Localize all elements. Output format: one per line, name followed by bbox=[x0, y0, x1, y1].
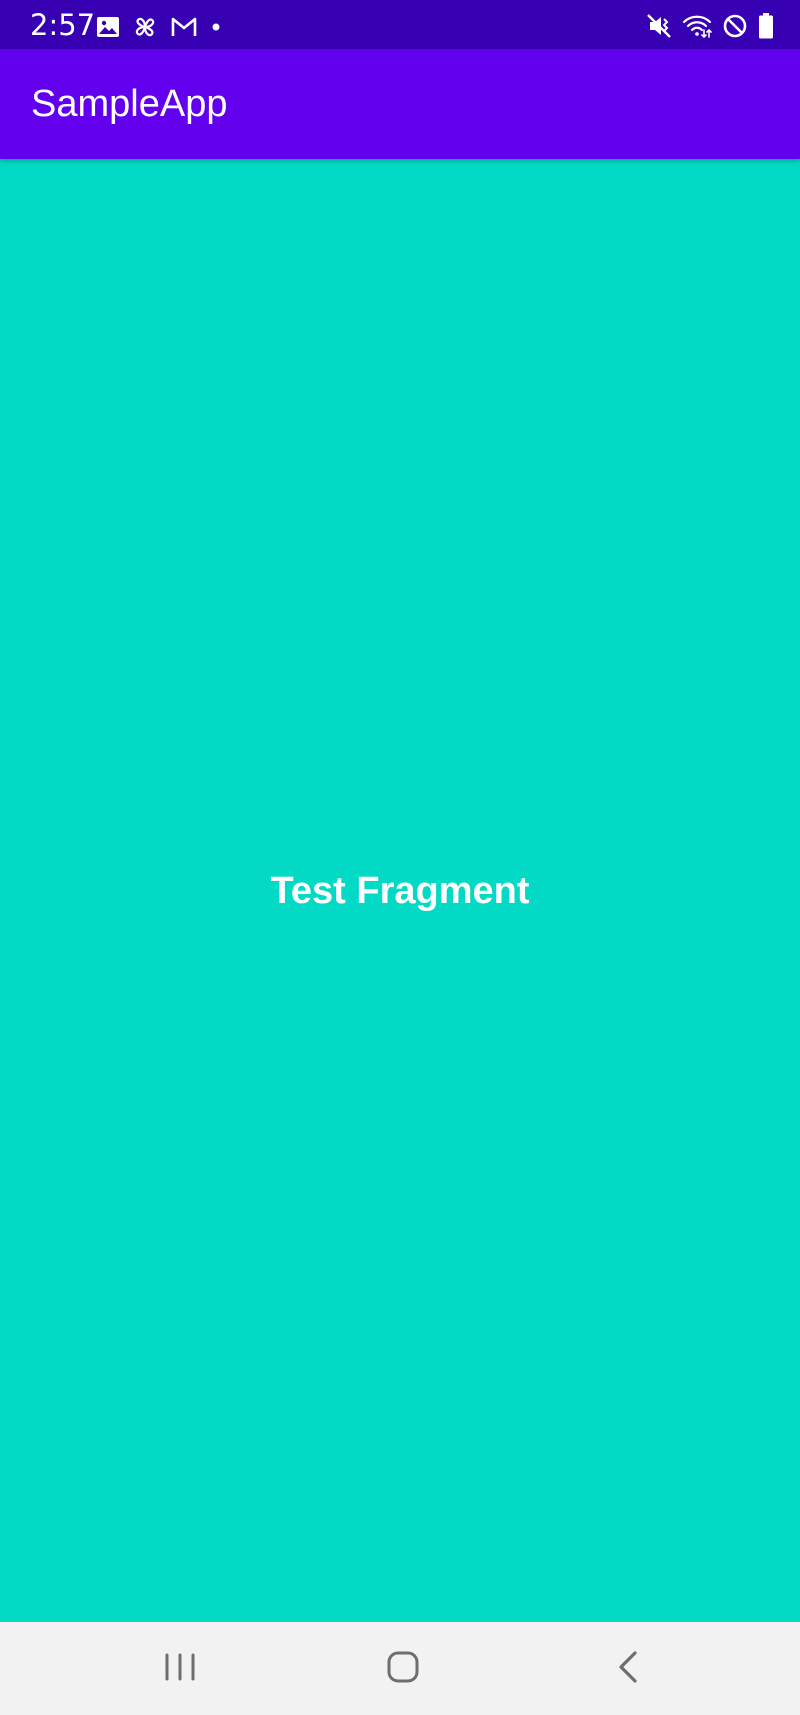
screen: 2:57 SampleApp Test Fragment bbox=[0, 0, 800, 1715]
status-system-icons bbox=[646, 12, 774, 40]
fragment-label: Test Fragment bbox=[270, 870, 530, 912]
gmail-icon bbox=[170, 16, 198, 38]
do-not-disturb-icon bbox=[722, 13, 748, 39]
wifi-icon bbox=[682, 13, 712, 39]
navigation-bar bbox=[0, 1622, 800, 1715]
pinwheel-icon bbox=[132, 14, 158, 40]
notification-dot-icon bbox=[210, 21, 222, 33]
recents-button[interactable] bbox=[120, 1622, 240, 1715]
vibrate-mute-icon bbox=[646, 13, 672, 39]
battery-icon bbox=[758, 13, 774, 39]
status-time: 2:57 bbox=[30, 8, 96, 42]
home-button[interactable] bbox=[343, 1622, 463, 1715]
back-button[interactable] bbox=[568, 1622, 688, 1715]
back-icon bbox=[616, 1650, 640, 1688]
app-bar: SampleApp bbox=[0, 49, 800, 159]
recents-icon bbox=[163, 1652, 197, 1686]
status-bar: 2:57 bbox=[0, 0, 800, 49]
app-title: SampleApp bbox=[31, 83, 228, 125]
home-icon bbox=[386, 1650, 420, 1688]
status-notification-icons bbox=[96, 14, 222, 40]
gallery-icon bbox=[96, 15, 120, 39]
fragment-container: Test Fragment bbox=[0, 159, 800, 1622]
